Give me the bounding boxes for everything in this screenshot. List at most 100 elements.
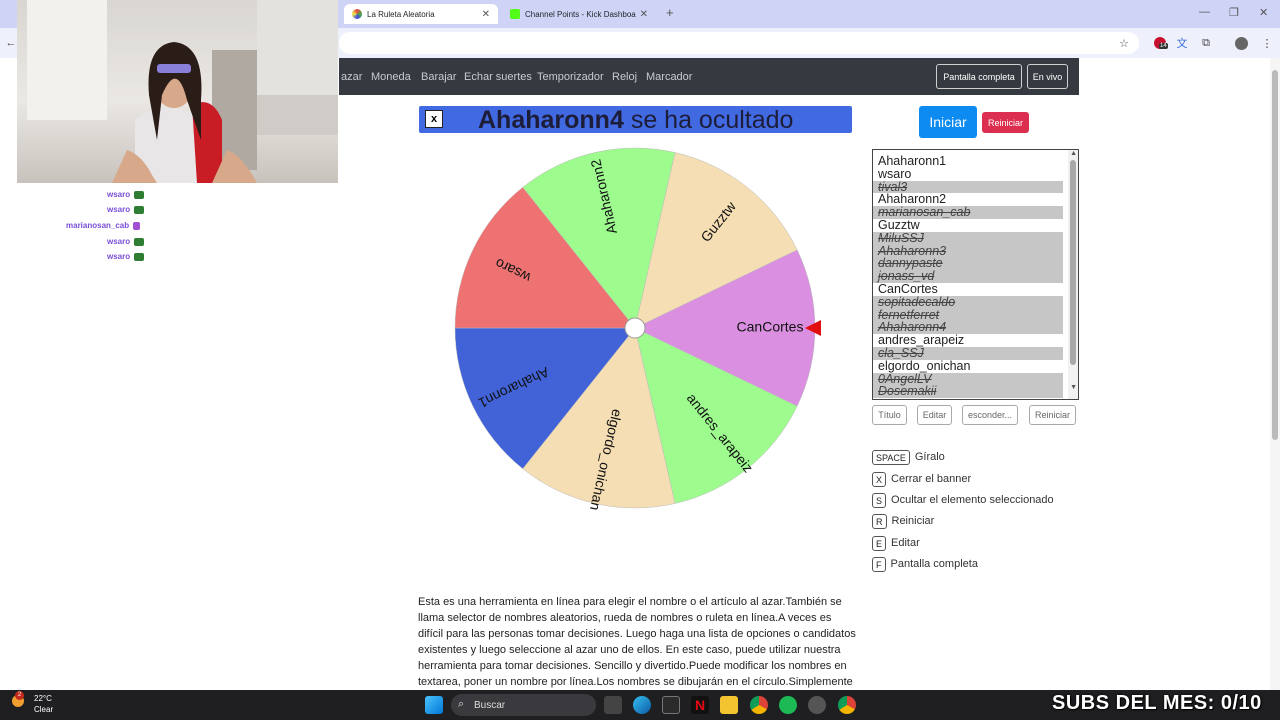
hide-button[interactable]: esconder... <box>962 405 1018 425</box>
key-label: X <box>872 471 887 487</box>
nav-link-reloj[interactable]: Reloj <box>612 71 637 83</box>
names-scroll-thumb[interactable] <box>1070 160 1076 365</box>
key-label: E <box>872 535 887 551</box>
roulette-wheel[interactable]: CanCortes andres_arapeiz elgordo_onichan Ah… <box>440 142 830 522</box>
spotify-icon[interactable] <box>779 696 797 714</box>
name-entry: sopitadecaldo <box>873 295 1063 309</box>
url-input[interactable] <box>339 32 1139 54</box>
nav-link-moneda[interactable]: Moneda <box>371 71 411 83</box>
windows-start-icon[interactable] <box>425 696 443 714</box>
chat-username: wsaro <box>107 237 131 246</box>
webcam-figure <box>27 0 338 183</box>
name-entry: wsaro <box>878 166 912 181</box>
weather-condition: Clear <box>34 705 54 714</box>
shortcut-x: X Cerrar el banner <box>872 471 971 487</box>
name-entry: elgordo_onichan <box>878 358 971 373</box>
netflix-icon[interactable]: N <box>691 696 709 714</box>
weather-temp: 22°C <box>34 694 52 703</box>
bookmark-star-icon[interactable]: ☆ <box>1117 36 1131 50</box>
page-scroll-thumb[interactable] <box>1272 70 1278 440</box>
edge-browser-icon[interactable] <box>633 696 651 714</box>
obs-icon[interactable] <box>808 696 826 714</box>
names-list: Ahaharonn1 wsaro tival3 Ahaharonn2 marianosa… <box>873 150 1078 399</box>
chat-badge-icon <box>134 190 145 199</box>
name-entry: Ahaharonn1 <box>878 154 947 168</box>
scroll-up-icon[interactable]: ▲ <box>1070 150 1077 157</box>
nav-link-barajar[interactable]: Barajar <box>421 71 456 83</box>
close-tab-icon[interactable]: ✕ <box>640 9 648 20</box>
restore-icon[interactable]: ❐ <box>1229 6 1239 19</box>
new-tab-button[interactable]: + <box>666 5 674 20</box>
banner-close-button[interactable]: x <box>425 110 443 128</box>
nav-link-azar[interactable]: azar <box>341 71 362 83</box>
extension-badge-icon[interactable]: 14 <box>1151 36 1169 50</box>
shortcut-label: Pantalla completa <box>890 558 978 570</box>
wheel-canvas[interactable]: CanCortesandres_arapeizelgordo_onichanAh… <box>440 142 830 522</box>
search-placeholder: Buscar <box>474 699 506 711</box>
windows-taskbar: 2 22°C Clear ⌕ Buscar N SUBS DEL MES: 0/… <box>0 690 1280 720</box>
names-scrollbar[interactable]: ▲ ▼ <box>1068 150 1078 399</box>
chat-message: marianosan_cab <box>66 221 141 230</box>
nav-link-temporizador[interactable]: Temporizador <box>537 71 604 83</box>
shortcut-label: Reiniciar <box>891 515 935 527</box>
page-scrollbar[interactable] <box>1270 58 1280 690</box>
chrome-icon[interactable] <box>750 696 768 714</box>
start-button[interactable]: Iniciar <box>919 106 977 138</box>
reset-button[interactable]: Reiniciar <box>982 112 1029 133</box>
edit-button[interactable]: Editar <box>917 405 952 425</box>
banner-name: Ahaharonn4 <box>478 106 624 134</box>
list-reset-button[interactable]: Reiniciar <box>1029 405 1076 425</box>
nav-link-marcador[interactable]: Marcador <box>646 71 692 83</box>
profile-avatar-icon[interactable] <box>1234 36 1248 50</box>
chat-badge-icon <box>133 221 141 230</box>
chat-username: wsaro <box>107 190 131 199</box>
live-button[interactable]: En vivo <box>1027 64 1068 89</box>
chat-message: wsaro <box>107 237 145 246</box>
shortcut-f: F Pantalla completa <box>872 556 978 572</box>
wheel-segment-label: CanCortes <box>737 319 804 335</box>
search-icon: ⌕ <box>458 698 465 710</box>
extensions-puzzle-icon[interactable]: ⧉ <box>1199 36 1213 50</box>
back-icon[interactable]: ← <box>4 36 18 50</box>
close-window-icon[interactable]: ✕ <box>1259 6 1268 19</box>
chat-username: wsaro <box>107 252 131 261</box>
shortcut-label: Cerrar el banner <box>891 473 972 485</box>
extension-badge-count: 14 <box>1159 43 1168 49</box>
close-tab-icon[interactable]: ✕ <box>482 9 490 20</box>
chat-message: wsaro <box>107 190 145 199</box>
name-entry: CanCortes <box>878 281 938 296</box>
weather-widget[interactable]: 2 22°C Clear <box>12 691 54 715</box>
kick-favicon-icon <box>510 9 520 19</box>
translate-icon[interactable]: 文 <box>1175 36 1189 50</box>
shortcut-label: Ocultar el elemento seleccionado <box>891 494 1054 506</box>
title-button[interactable]: Título <box>872 405 907 425</box>
subs-counter-overlay: SUBS DEL MES: 0/10 <box>1052 692 1262 714</box>
scroll-down-icon[interactable]: ▼ <box>1070 384 1077 391</box>
notification-badge: 2 <box>15 691 24 700</box>
fullscreen-button[interactable]: Pantalla completa <box>936 64 1022 89</box>
chrome-profile-icon[interactable] <box>838 696 856 714</box>
webcam-overlay <box>17 0 338 183</box>
tab-kick-dashboard[interactable]: Channel Points - Kick Dashboa ✕ <box>502 4 656 24</box>
chat-badge-icon <box>134 205 145 214</box>
shortcut-space: SPACE Gíralo <box>872 449 945 465</box>
minimize-icon[interactable]: — <box>1199 6 1210 18</box>
chat-message: wsaro <box>107 252 145 261</box>
taskbar-search[interactable]: ⌕ Buscar <box>451 694 596 716</box>
task-view-icon[interactable] <box>604 696 622 714</box>
store-icon[interactable] <box>662 696 680 714</box>
wheel-center-hub <box>624 317 646 339</box>
tab-title: Channel Points - Kick Dashboa <box>525 9 636 19</box>
menu-kebab-icon[interactable]: ⋮ <box>1260 36 1274 50</box>
shortcut-label: Gíralo <box>914 451 945 463</box>
names-textarea[interactable]: Ahaharonn1 wsaro tival3 Ahaharonn2 marianosa… <box>872 149 1079 400</box>
name-entry: Guzztw <box>878 217 920 232</box>
banner-status: se ha ocultado <box>630 106 794 134</box>
file-explorer-icon[interactable] <box>720 696 738 714</box>
nav-link-echar-suertes[interactable]: Echar suertes <box>464 71 532 83</box>
tab-ruleta[interactable]: La Ruleta Aleatoria ✕ <box>344 4 498 24</box>
chat-badge-icon <box>134 237 145 246</box>
ruleta-favicon-icon <box>352 9 362 19</box>
tab-title: La Ruleta Aleatoria <box>367 9 435 19</box>
shortcut-e: E Editar <box>872 535 920 551</box>
